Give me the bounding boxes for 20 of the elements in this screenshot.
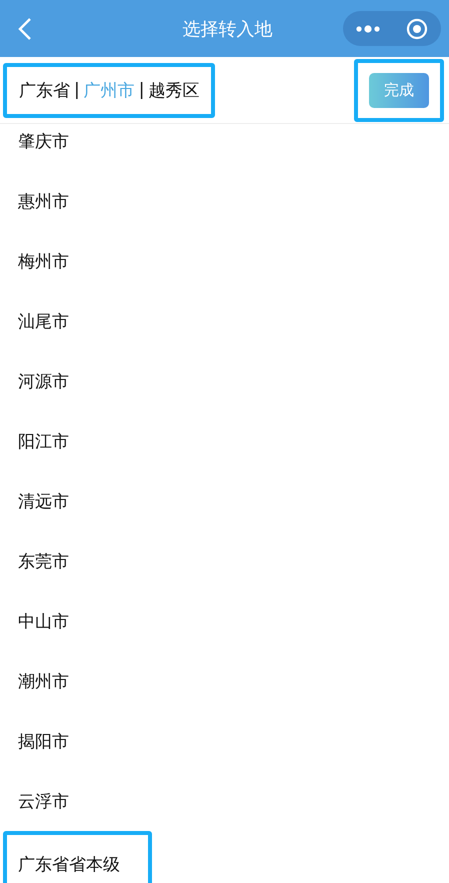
breadcrumb-item[interactable]: 越秀区 [148, 78, 200, 102]
city-item[interactable]: 广东省省本级 [18, 853, 120, 876]
city-item[interactable]: 汕尾市 [18, 310, 69, 332]
city-item[interactable]: 肇庆市 [18, 130, 69, 152]
city-item[interactable]: 梅州市 [18, 250, 69, 272]
city-item[interactable]: 东莞市 [18, 550, 69, 572]
back-icon[interactable] [18, 18, 32, 40]
city-item[interactable]: 河源市 [18, 370, 69, 392]
city-item[interactable]: 惠州市 [18, 190, 69, 212]
page-title: 选择转入地 [182, 18, 274, 40]
breadcrumb-item[interactable]: 广东省 [19, 78, 70, 102]
separator-text: | [138, 80, 144, 100]
city-item[interactable]: 潮州市 [18, 670, 69, 692]
city-item[interactable]: 中山市 [18, 610, 69, 632]
separator-text: | [74, 80, 80, 100]
city-item[interactable]: 清远市 [18, 490, 69, 512]
more-icon[interactable] [356, 24, 380, 32]
city-item[interactable]: 阳江市 [18, 430, 69, 452]
city-item[interactable]: 揭阳市 [18, 730, 69, 752]
city-item[interactable]: 云浮市 [18, 790, 69, 812]
